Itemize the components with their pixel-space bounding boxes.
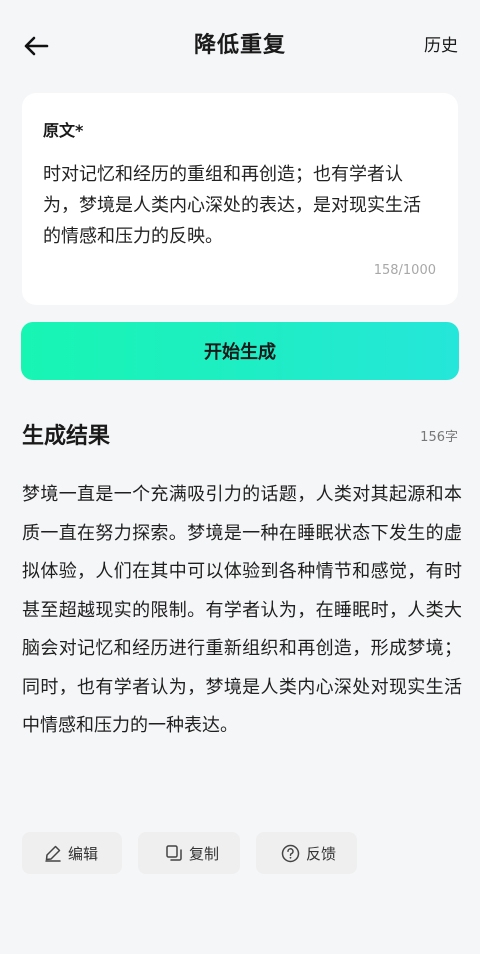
pencil-icon bbox=[45, 845, 61, 862]
result-word-count: 156字 bbox=[420, 430, 458, 445]
source-text-input[interactable]: 时对记忆和经历的重组和再创造；也有学者认为，梦境是人类内心深处的表达，是对现实生… bbox=[43, 159, 433, 252]
feedback-label: 反馈 bbox=[306, 844, 337, 863]
history-link[interactable]: 历史 bbox=[424, 28, 458, 64]
character-counter: 158/1000 bbox=[373, 263, 436, 278]
copy-label: 复制 bbox=[189, 844, 220, 863]
page-title: 降低重复 bbox=[193, 33, 286, 58]
copy-button[interactable]: 复制 bbox=[138, 832, 240, 874]
result-title: 生成结果 bbox=[22, 424, 111, 449]
question-circle-icon bbox=[281, 844, 300, 862]
source-card[interactable]: 原文* 时对记忆和经历的重组和再创造；也有学者认为，梦境是人类内心深处的表达，是… bbox=[22, 93, 458, 305]
edit-label: 编辑 bbox=[68, 844, 99, 863]
feedback-button[interactable]: 反馈 bbox=[256, 832, 357, 874]
edit-button[interactable]: 编辑 bbox=[22, 832, 122, 874]
result-actions: 编辑 复制 反馈 bbox=[22, 832, 357, 874]
page: 降低重复 历史 原文* 时对记忆和经历的重组和再创造；也有学者认为，梦境是人类内… bbox=[0, 0, 480, 954]
result-text: 梦境一直是一个充满吸引力的话题，人类对其起源和本质一直在努力探索。梦境是一种在睡… bbox=[22, 484, 462, 736]
source-label: 原文* bbox=[43, 121, 84, 140]
header: 降低重复 历史 bbox=[0, 0, 480, 92]
generate-button[interactable]: 开始生成 bbox=[21, 322, 459, 380]
copy-icon bbox=[166, 845, 182, 861]
